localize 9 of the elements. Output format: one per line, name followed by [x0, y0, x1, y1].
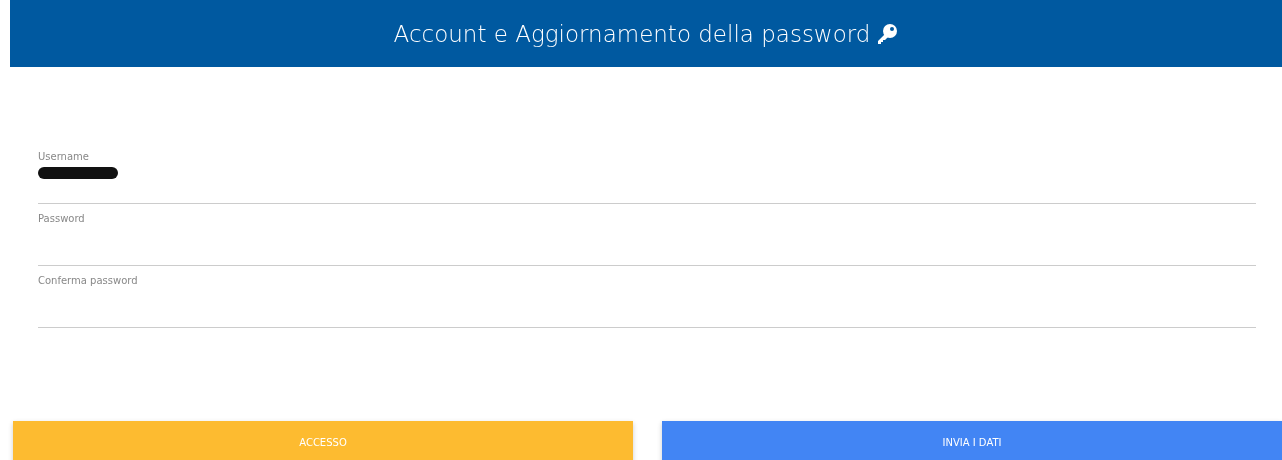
key-icon [876, 22, 899, 45]
field-label: Password [38, 213, 86, 224]
field-label: Conferma password [38, 275, 139, 286]
input-field[interactable]: Password [38, 204, 1256, 266]
field-label: Username [38, 151, 90, 162]
input-field[interactable]: Conferma password [38, 266, 1256, 328]
action-button[interactable]: INVIA I DATI [662, 421, 1282, 460]
input-field[interactable]: Username [38, 147, 1256, 204]
page-title: Account e Aggiornamento della password [393, 20, 871, 47]
